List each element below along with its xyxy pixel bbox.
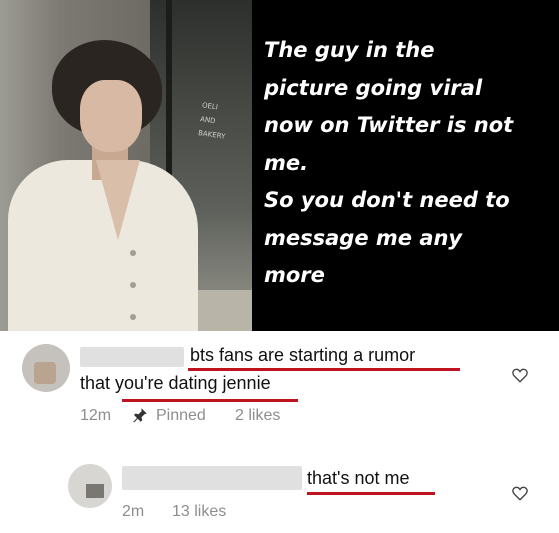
story-panel: OELI AND BAKERY The guy in the picture goi…	[0, 0, 559, 331]
heart-icon[interactable]	[511, 484, 529, 502]
comment-text-line2: that you're dating jennie	[80, 373, 271, 393]
story-line: The guy in the	[264, 38, 435, 62]
story-line: more	[264, 263, 325, 287]
avatar[interactable]	[68, 464, 112, 508]
blurred-username[interactable]	[80, 347, 184, 367]
red-underline	[307, 492, 435, 495]
heart-icon[interactable]	[511, 366, 529, 384]
story-line: message me any	[264, 225, 463, 250]
story-line: So you don't need to	[264, 188, 510, 212]
story-caption: The guy in the picture going viral now o…	[264, 32, 556, 295]
story-line: picture going viral	[264, 75, 483, 100]
red-underline	[188, 368, 460, 371]
pin-icon	[133, 408, 147, 423]
story-line: me.	[264, 150, 309, 175]
blurred-username[interactable]	[122, 466, 302, 490]
likes-count[interactable]: 2 likes	[235, 407, 280, 425]
comment-time: 2m	[122, 503, 145, 520]
red-underline	[122, 399, 298, 402]
likes-count[interactable]: 13 likes	[172, 503, 226, 521]
pinned-label: Pinned	[156, 407, 206, 424]
comment-text-line1: bts fans are starting a rumor	[190, 345, 416, 365]
story-photo: OELI AND BAKERY	[0, 0, 252, 331]
comment-time: 12m	[80, 407, 112, 424]
avatar[interactable]	[22, 344, 70, 392]
comment-text: that's not me	[307, 468, 410, 488]
story-line: now on Twitter is not	[264, 113, 514, 137]
